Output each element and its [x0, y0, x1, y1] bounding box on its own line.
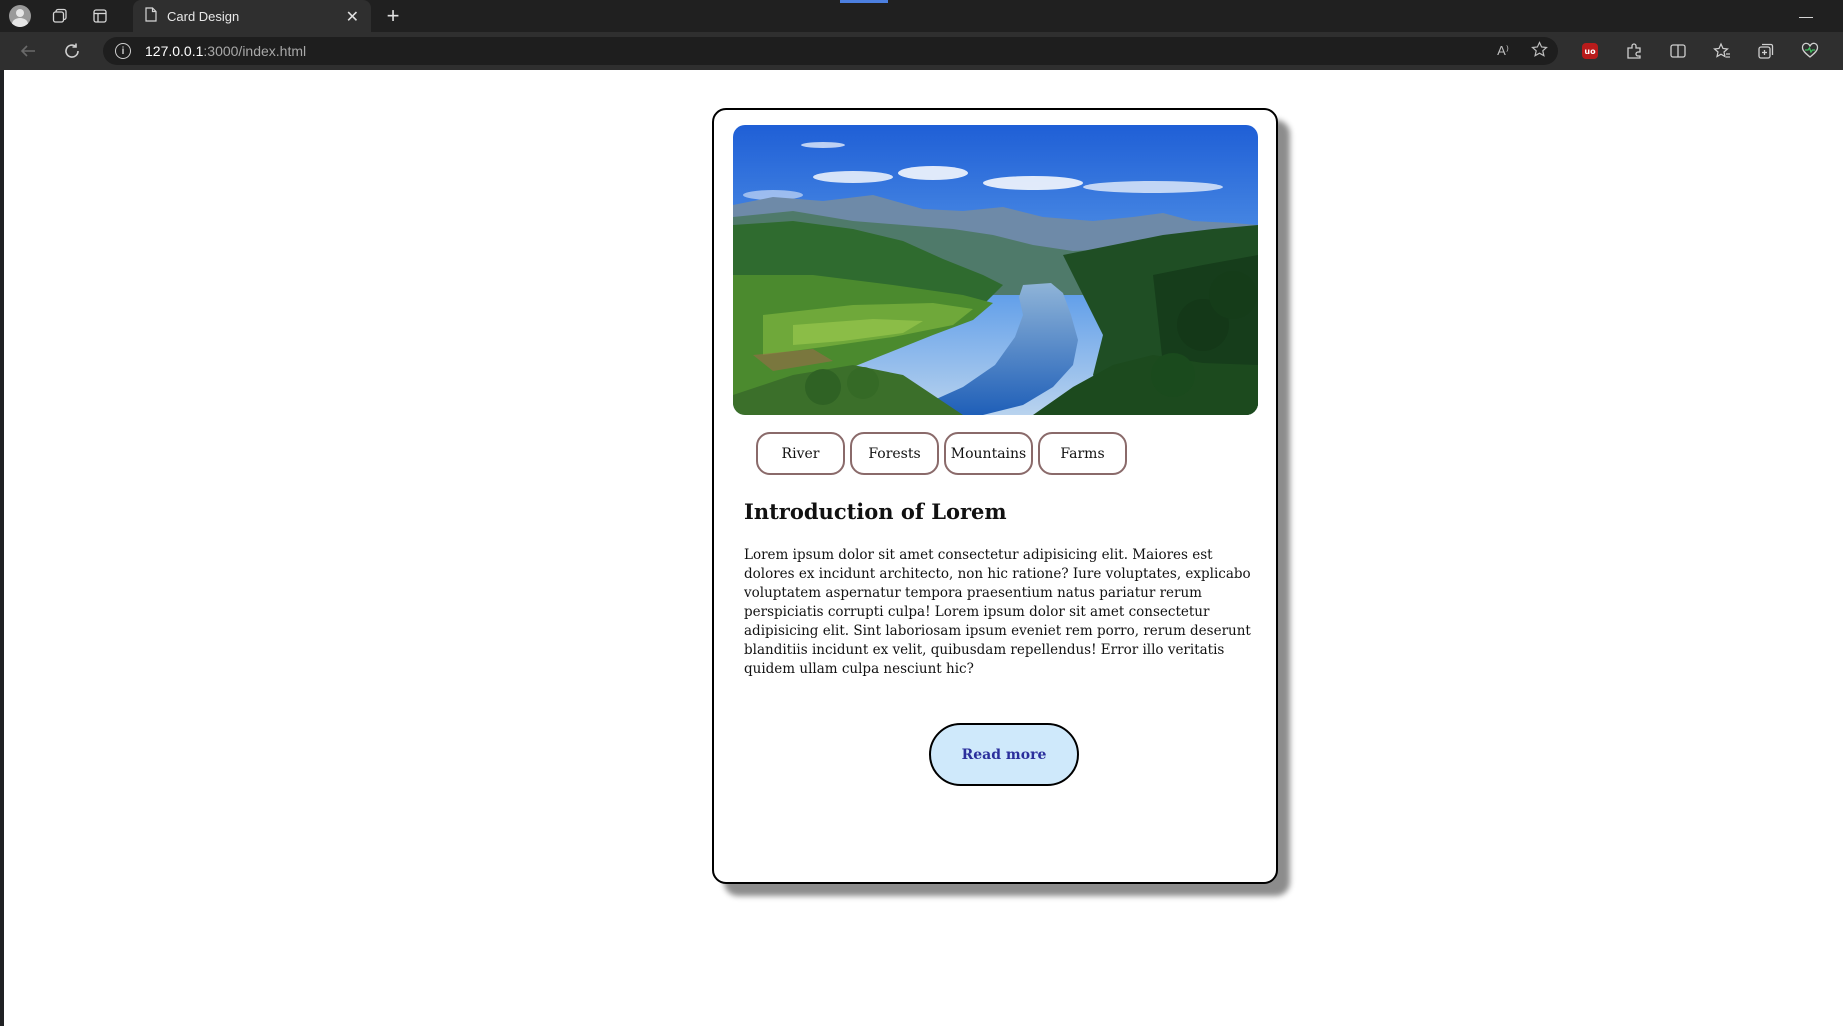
ublock-extension-icon[interactable]: uo — [1568, 32, 1612, 70]
card-title: Introduction of Lorem — [744, 499, 1007, 524]
back-icon[interactable] — [8, 32, 48, 70]
card: River Forests Mountains Farms Introducti… — [712, 108, 1278, 884]
browser-essentials-icon[interactable] — [1788, 32, 1832, 70]
split-screen-icon[interactable] — [1656, 32, 1700, 70]
page-icon — [145, 6, 157, 26]
profile-button[interactable] — [0, 0, 40, 32]
address-bar[interactable]: i 127.0.0.1:3000/index.html A⁾ — [103, 37, 1558, 65]
tag-farms[interactable]: Farms — [1038, 432, 1127, 475]
site-info-icon[interactable]: i — [115, 43, 131, 59]
card-body-text: Lorem ipsum dolor sit amet consectetur a… — [744, 547, 1251, 677]
read-more-button[interactable]: Read more — [929, 723, 1079, 786]
page-viewport: River Forests Mountains Farms Introducti… — [4, 70, 1843, 1026]
minimize-window-icon[interactable]: — — [1799, 8, 1813, 24]
tag-list: River Forests Mountains Farms — [756, 432, 1127, 475]
tab-title: Card Design — [167, 8, 240, 24]
window-accent — [840, 0, 888, 3]
tag-forests[interactable]: Forests — [850, 432, 939, 475]
navigation-bar: i 127.0.0.1:3000/index.html A⁾ uo — [0, 32, 1843, 70]
favorite-star-icon[interactable] — [1531, 40, 1548, 62]
tag-river[interactable]: River — [756, 432, 845, 475]
close-tab-icon[interactable]: ✕ — [346, 7, 359, 26]
tab-actions-icon[interactable] — [80, 0, 120, 32]
avatar-icon — [9, 5, 31, 27]
landscape-image — [733, 125, 1258, 415]
browser-tab-strip: Card Design ✕ + — — [0, 0, 1843, 32]
refresh-icon[interactable] — [52, 32, 92, 70]
active-tab[interactable]: Card Design ✕ — [133, 0, 371, 32]
collections-icon[interactable] — [1744, 32, 1788, 70]
new-tab-icon[interactable]: + — [380, 0, 406, 32]
favorites-icon[interactable] — [1700, 32, 1744, 70]
url-text: 127.0.0.1:3000/index.html — [145, 43, 307, 59]
workspaces-icon[interactable] — [40, 0, 80, 32]
read-aloud-icon[interactable]: A⁾ — [1497, 43, 1509, 59]
extensions-icon[interactable] — [1612, 32, 1656, 70]
tag-mountains[interactable]: Mountains — [944, 432, 1033, 475]
